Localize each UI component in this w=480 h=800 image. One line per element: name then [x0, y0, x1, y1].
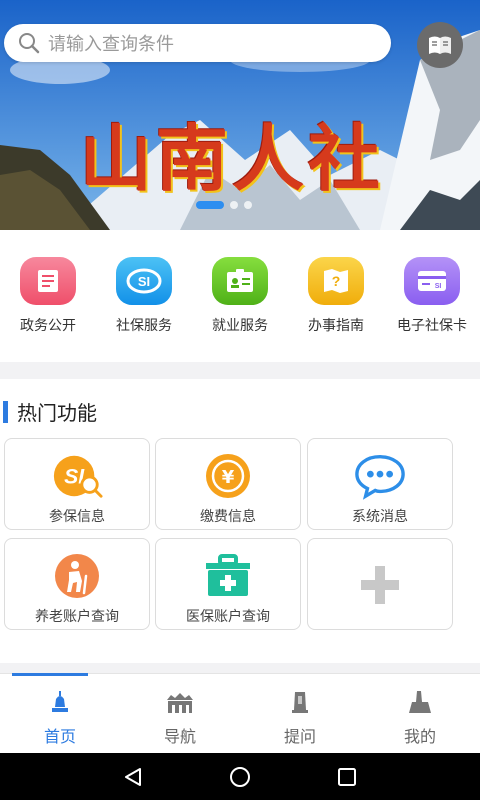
svg-text:SI: SI: [138, 274, 150, 289]
svg-text:¥: ¥: [222, 467, 235, 488]
hot-functions-section: 热门功能 SI 参保信息 ¥ 缴费信息 系统消息 养老账户查询 医保账户查询: [0, 379, 480, 663]
hot-item-system-messages[interactable]: 系统消息: [307, 438, 453, 530]
service-label: 电子社保卡: [397, 318, 467, 334]
chat-bubble-icon: [354, 452, 406, 500]
tab-questions[interactable]: 提问: [240, 674, 360, 753]
service-item-gov-affairs[interactable]: 政务公开: [0, 230, 96, 362]
palace-icon: [165, 690, 195, 714]
bottom-tab-bar: 首页 导航 提问 我的: [0, 673, 480, 753]
hot-item-label: 缴费信息: [200, 509, 256, 525]
banner-carousel[interactable]: 山南人社 请输入查询条件: [0, 0, 480, 230]
service-item-guide[interactable]: ? 办事指南: [288, 230, 384, 362]
document-icon: [20, 257, 76, 305]
title-accent-bar: [3, 400, 8, 423]
carousel-indicator: [196, 201, 252, 209]
carousel-dot[interactable]: [230, 201, 238, 209]
tab-profile[interactable]: 我的: [360, 674, 480, 753]
tab-label: 提问: [283, 727, 316, 746]
hot-item-label: 医保账户查询: [186, 609, 270, 625]
service-label: 就业服务: [212, 318, 268, 334]
tab-navigation[interactable]: 导航: [120, 674, 240, 753]
service-item-social-security[interactable]: SI 社保服务: [96, 230, 192, 362]
hot-item-add[interactable]: [307, 538, 453, 630]
hot-item-insurance-info[interactable]: SI 参保信息: [4, 438, 150, 530]
search-input[interactable]: 请输入查询条件: [4, 24, 391, 62]
back-icon[interactable]: [122, 766, 144, 788]
service-label: 政务公开: [20, 318, 76, 334]
service-item-e-card[interactable]: SI 电子社保卡: [384, 230, 480, 362]
tab-label: 我的: [403, 727, 436, 746]
book-icon: [429, 36, 451, 54]
recents-icon[interactable]: [336, 766, 358, 788]
insurance-search-icon: SI: [51, 452, 103, 500]
section-title: 热门功能: [3, 397, 97, 426]
monument-icon: [407, 690, 433, 714]
add-icon: [354, 561, 406, 609]
hot-item-label: 参保信息: [49, 509, 105, 525]
tab-home[interactable]: 首页: [0, 673, 120, 753]
e-card-icon: SI: [404, 257, 460, 305]
search-placeholder: 请输入查询条件: [48, 34, 174, 55]
service-item-employment[interactable]: 就业服务: [192, 230, 288, 362]
language-switch-button[interactable]: [417, 22, 463, 68]
hot-item-label: 系统消息: [352, 509, 408, 525]
search-icon: [19, 33, 40, 54]
carousel-dot-active[interactable]: [196, 201, 224, 209]
hot-item-label: 养老账户查询: [35, 609, 119, 625]
medical-kit-icon: [202, 552, 254, 600]
id-card-icon: [212, 257, 268, 305]
quick-services: 政务公开 SI 社保服务 就业服务 ? 办事指南 SI 电子社保卡: [0, 230, 480, 362]
svg-text:?: ?: [332, 273, 341, 289]
carousel-dot[interactable]: [244, 201, 252, 209]
service-label: 办事指南: [308, 318, 364, 334]
service-label: 社保服务: [116, 318, 172, 334]
svg-text:SI: SI: [435, 283, 442, 290]
question-map-icon: ?: [308, 257, 364, 305]
system-navigation-bar: [0, 753, 480, 800]
home-icon[interactable]: [228, 765, 252, 789]
stupa-icon: [48, 690, 72, 714]
hot-item-payment-info[interactable]: ¥ 缴费信息: [155, 438, 301, 530]
yuan-coin-icon: ¥: [202, 452, 254, 500]
hot-item-medical-account[interactable]: 医保账户查询: [155, 538, 301, 630]
tower-icon: [289, 690, 311, 714]
tab-label: 导航: [163, 727, 196, 746]
tab-label: 首页: [43, 727, 76, 746]
elderly-icon: [51, 552, 103, 600]
hot-title-text: 热门功能: [17, 401, 97, 425]
si-card-icon: SI: [116, 257, 172, 305]
banner-logo-text: 山南人社: [80, 116, 385, 201]
hot-item-pension-account[interactable]: 养老账户查询: [4, 538, 150, 630]
